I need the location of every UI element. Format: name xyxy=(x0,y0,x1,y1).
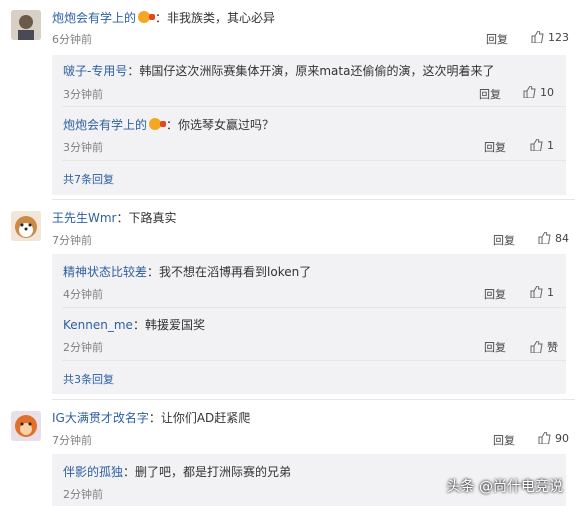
reply-button[interactable]: 回复 xyxy=(486,31,508,47)
like-count: 1 xyxy=(547,286,554,299)
reply-button[interactable]: 回复 xyxy=(484,286,506,302)
comment-text: ：让你们AD赶紧爬 xyxy=(148,411,251,425)
timestamp: 6分钟前 xyxy=(52,33,92,46)
comment-text: ：下路真实 xyxy=(116,211,177,225)
timestamp: 4分钟前 xyxy=(63,288,103,301)
reply-text: ：你选琴女赢过吗？ xyxy=(166,118,275,132)
like-button[interactable]: 90 xyxy=(538,432,569,445)
avatar[interactable] xyxy=(11,411,41,441)
divider xyxy=(52,399,575,400)
timestamp: 7分钟前 xyxy=(52,234,92,247)
like-count: 赞 xyxy=(547,341,558,354)
reply-text: ：韩国仔这次洲际赛集体开演，原来mata还偷偷的演，这次明着来了 xyxy=(127,64,495,78)
thumbs-up-icon xyxy=(523,86,536,98)
username[interactable]: IG大满贯才改名字 xyxy=(52,411,149,425)
like-count: 90 xyxy=(555,432,569,445)
timestamp: 2分钟前 xyxy=(63,488,103,501)
comment-header: 王先生Wmr：下路真实 xyxy=(52,209,177,226)
divider xyxy=(52,199,575,200)
like-button[interactable]: 84 xyxy=(538,232,569,245)
thumbs-up-icon xyxy=(538,232,551,244)
watermark: 头条 @尚什电竞说 xyxy=(446,479,563,495)
username[interactable]: 啵子-专用号 xyxy=(63,64,127,78)
username[interactable]: 王先生Wmr xyxy=(52,211,117,225)
thumbs-up-icon xyxy=(530,341,543,353)
reply-text: ：韩援爱国奖 xyxy=(132,318,205,332)
vip-badge-icon xyxy=(138,11,156,23)
like-button[interactable]: 1 xyxy=(530,139,554,152)
comment-text: ：非我族类，其心必异 xyxy=(155,11,276,25)
reply-button[interactable]: 回复 xyxy=(484,339,506,355)
username[interactable]: 精神状态比较差 xyxy=(63,265,147,279)
divider xyxy=(62,160,566,161)
thumbs-up-icon xyxy=(530,286,543,298)
comment-header: 炮炮会有学上的 ：非我族类，其心必异 xyxy=(52,9,275,26)
thumbs-up-icon xyxy=(531,31,544,43)
avatar[interactable] xyxy=(11,211,41,241)
divider xyxy=(62,307,566,308)
like-button[interactable]: 1 xyxy=(530,286,554,299)
reply-header: Kennen_me：韩援爱国奖 xyxy=(63,316,205,333)
reply-text: ：我不想在滔博再看到loken了 xyxy=(147,265,312,279)
reply-button[interactable]: 回复 xyxy=(493,432,515,448)
vip-badge-icon xyxy=(149,118,167,130)
reply-text: ：删了吧，都是打洲际赛的兄弟 xyxy=(123,465,292,479)
timestamp: 3分钟前 xyxy=(63,88,103,101)
like-button[interactable]: 123 xyxy=(531,31,569,44)
like-count: 10 xyxy=(540,86,554,99)
more-replies-link[interactable]: 共7条回复 xyxy=(63,171,114,187)
like-count: 123 xyxy=(548,31,569,44)
like-count: 84 xyxy=(555,232,569,245)
reply-button[interactable]: 回复 xyxy=(493,232,515,248)
reply-button[interactable]: 回复 xyxy=(484,139,506,155)
timestamp: 2分钟前 xyxy=(63,341,103,354)
comment-header: IG大满贯才改名字：让你们AD赶紧爬 xyxy=(52,409,250,426)
reply-header: 精神状态比较差：我不想在滔博再看到loken了 xyxy=(63,263,311,280)
reply-header: 啵子-专用号：韩国仔这次洲际赛集体开演，原来mata还偷偷的演，这次明着来了 xyxy=(63,62,494,79)
reply-header: 炮炮会有学上的 ：你选琴女赢过吗？ xyxy=(63,116,274,133)
username[interactable]: 伴影的孤独 xyxy=(63,465,123,479)
username[interactable]: 炮炮会有学上的 xyxy=(63,118,147,132)
like-button[interactable]: 赞 xyxy=(530,339,558,355)
timestamp: 7分钟前 xyxy=(52,434,92,447)
divider xyxy=(62,360,566,361)
username[interactable]: 炮炮会有学上的 xyxy=(52,11,136,25)
reply-button[interactable]: 回复 xyxy=(479,86,501,102)
divider xyxy=(62,106,566,107)
like-count: 1 xyxy=(547,139,554,152)
thumbs-up-icon xyxy=(530,139,543,151)
thumbs-up-icon xyxy=(538,432,551,444)
more-replies-link[interactable]: 共3条回复 xyxy=(63,371,114,387)
reply-header: 伴影的孤独：删了吧，都是打洲际赛的兄弟 xyxy=(63,463,291,480)
avatar[interactable] xyxy=(11,10,41,40)
like-button[interactable]: 10 xyxy=(523,86,554,99)
timestamp: 3分钟前 xyxy=(63,141,103,154)
username[interactable]: Kennen_me xyxy=(63,318,133,332)
